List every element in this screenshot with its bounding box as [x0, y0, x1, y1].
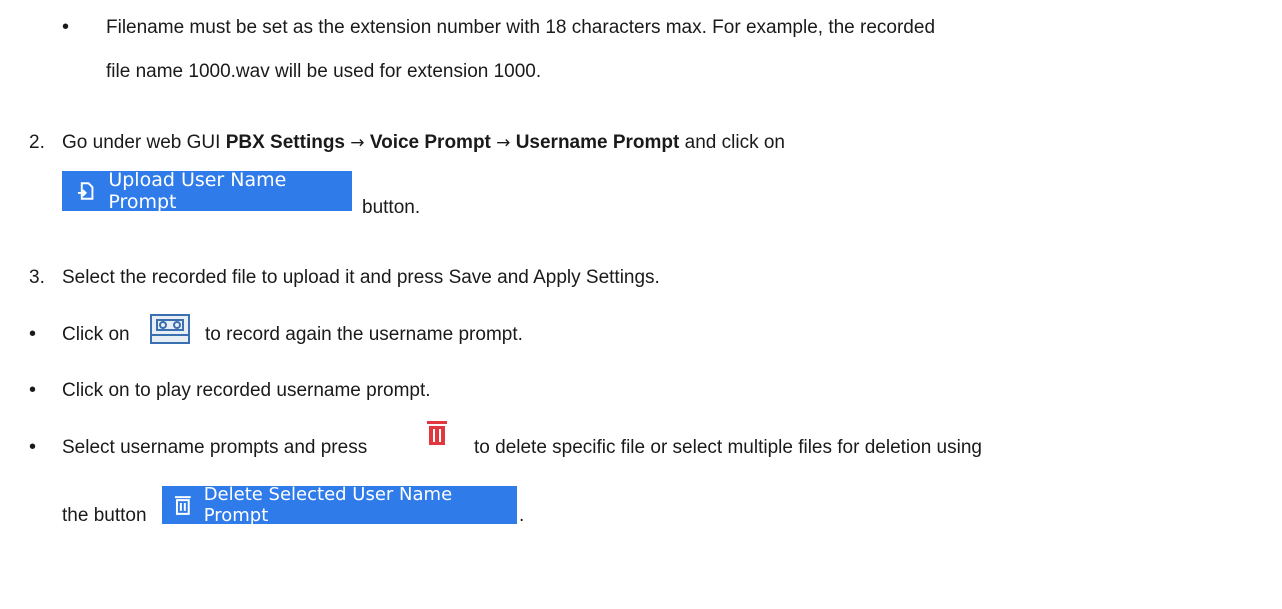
- bullet-marker: •: [29, 379, 37, 401]
- arrow-right-icon: →: [496, 133, 511, 153]
- trash-icon: [174, 496, 191, 515]
- cassette-icon[interactable]: [150, 314, 190, 344]
- delete-line2-pre: the button: [62, 505, 147, 526]
- username-prompt-label: Username Prompt: [515, 132, 680, 153]
- step-2-number: 2.: [29, 132, 45, 153]
- upload-button-label: Upload User Name Prompt: [108, 169, 287, 213]
- upload-file-icon: [77, 182, 94, 200]
- filename-rule-line2: file name 1000.wav will be used for exte…: [106, 61, 542, 82]
- pbx-settings-label: PBX Settings: [225, 132, 346, 153]
- record-bullet-pre: Click on: [62, 324, 130, 345]
- bullet-marker: •: [29, 436, 37, 458]
- delete-button-label: Delete Selected User Name Prompt: [203, 484, 453, 526]
- step-2-pre: Go under web GUI: [62, 132, 226, 153]
- step-2-post: and click on: [679, 132, 785, 153]
- step-3-number: 3.: [29, 267, 45, 288]
- delete-bullet-post: to delete specific file or select multip…: [474, 437, 982, 458]
- trash-icon[interactable]: [426, 420, 448, 446]
- delete-line2-post: .: [519, 505, 525, 526]
- delete-bullet-pre: Select username prompts and press: [62, 437, 368, 458]
- filename-rule-line1: Filename must be set as the extension nu…: [106, 17, 936, 38]
- play-bullet-text: Click on to play recorded username promp…: [62, 380, 431, 401]
- bullet-marker: •: [62, 16, 70, 38]
- bullet-marker: •: [29, 323, 37, 345]
- upload-user-name-prompt-button[interactable]: Upload User Name Prompt: [62, 169, 352, 213]
- step-2-text: Go under web GUI PBX Settings → Voice Pr…: [62, 132, 785, 154]
- step-2-after-button: button.: [362, 197, 421, 218]
- voice-prompt-label: Voice Prompt: [369, 132, 491, 153]
- arrow-right-icon: →: [350, 133, 365, 153]
- record-bullet-post: to record again the username prompt.: [205, 324, 523, 345]
- step-3-text: Select the recorded file to upload it an…: [62, 267, 660, 288]
- delete-selected-user-name-prompt-button[interactable]: Delete Selected User Name Prompt: [162, 484, 517, 526]
